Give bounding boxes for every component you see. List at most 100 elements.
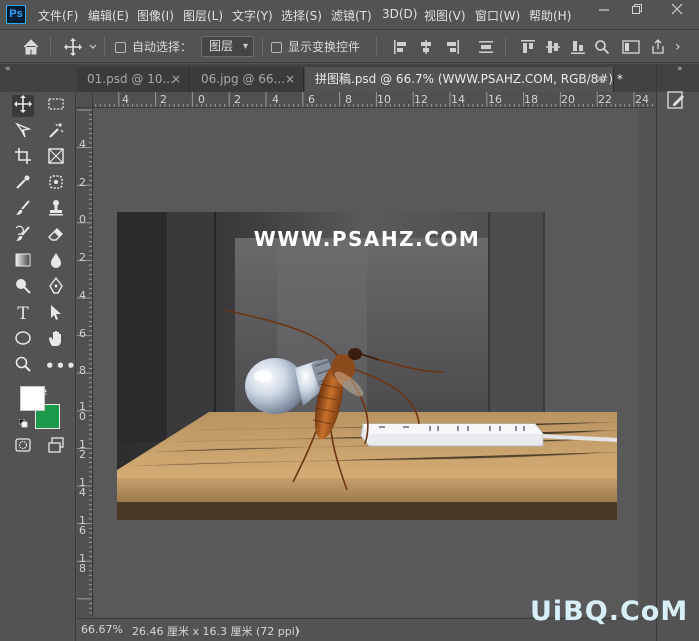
screen-mode-button[interactable] [45,436,67,458]
vertical-ruler: 4 2 0 2 4 6 8 1 0 1 2 1 4 1 6 1 8 [77,108,93,617]
type-tool[interactable]: T [12,303,34,325]
home-button[interactable] [22,31,40,63]
more-tools[interactable]: ••• [45,355,76,377]
align-left-icon[interactable] [393,39,409,55]
history-brush-icon [15,225,30,241]
marquee-tool[interactable] [45,95,67,117]
align-vertical-center-icon[interactable] [545,39,561,55]
photoshop-logo: Ps [6,5,26,24]
distribute-icon[interactable] [478,39,494,55]
search-icon[interactable] [594,39,610,55]
document-tabs: « 01.psd @ 10... × 06.jpg @ 66... × 拼图稿.… [0,64,699,92]
menu-file[interactable]: 文件(F) [38,7,78,24]
move-tool-preset[interactable] [64,31,98,63]
right-panel: » [656,64,699,641]
move-tool[interactable] [12,95,34,117]
zoom-level[interactable]: 66.67% [81,623,123,636]
pen-tool[interactable] [45,276,67,299]
share-icon[interactable] [650,39,666,55]
ruler-label: 22 [598,93,612,106]
ruler-origin[interactable] [77,92,93,108]
menu-layer[interactable]: 图层(L) [183,7,223,24]
document-canvas[interactable]: WWW.PSAHZ.COM [117,212,617,520]
lasso-tool[interactable] [12,121,34,143]
quick-mask-button[interactable] [12,436,34,458]
ellipse-icon [15,331,31,345]
eyedropper-icon [16,175,30,189]
ruler-label: 1 8 [79,552,86,575]
edit-panel-icon [667,91,684,109]
layer-select[interactable]: 图层 ▾ [201,36,254,57]
tab-active-document[interactable]: 拼图稿.psd @ 66.7% (WWW.PSAHZ.COM, RGB/8#) … [305,67,623,92]
menu-edit[interactable]: 编辑(E) [88,7,129,24]
zoom-tool[interactable] [12,355,34,377]
history-brush-tool[interactable] [12,225,34,247]
path-selection-tool[interactable] [45,303,67,325]
canvas-area[interactable]: WWW.PSAHZ.COM [94,108,639,617]
show-transform-checkbox[interactable] [271,42,282,53]
ellipse-tool[interactable] [12,329,34,351]
close-icon [671,3,683,15]
more-options-icon[interactable]: › [675,31,681,63]
ruler-label: 20 [561,93,575,106]
frame-tool[interactable] [45,147,67,169]
close-icon[interactable]: × [171,67,181,91]
auto-select-checkbox[interactable] [115,42,126,53]
arrow-pointer-icon [51,305,61,320]
ruler-label: 0 [79,213,86,226]
ruler-label: 1 2 [79,438,86,461]
crop-tool[interactable] [12,147,34,169]
ruler-label: 16 [488,93,502,106]
align-top-icon[interactable] [520,39,536,55]
ruler-label: 2 [160,93,167,106]
menu-view[interactable]: 视图(V) [424,7,466,24]
dodge-tool[interactable] [12,277,34,299]
zoom-icon [15,356,31,372]
magic-wand-tool[interactable] [45,121,67,143]
eraser-tool[interactable] [45,225,67,247]
menu-help[interactable]: 帮助(H) [529,7,571,24]
menu-3d[interactable]: 3D(D) [382,7,417,21]
options-bar: 自动选择： 图层 ▾ 显示变换控件 › [0,31,699,63]
tab-label: 拼图稿.psd @ 66.7% (WWW.PSAHZ.COM, RGB/8#) … [315,72,623,86]
brush-tool[interactable] [12,199,34,221]
menu-image[interactable]: 图像(I) [137,7,174,24]
workspace-icon[interactable] [622,39,640,55]
expand-panels-icon[interactable]: » [677,64,683,74]
menu-type[interactable]: 文字(Y) [232,7,273,24]
foreground-color-swatch[interactable] [20,386,45,411]
ruler-label: 1 6 [79,514,86,537]
brush-icon [16,200,30,215]
layer-select-value: 图层 [209,39,234,53]
close-icon[interactable]: × [285,67,295,91]
status-menu-arrow[interactable]: 〉 [295,623,306,639]
ruler-label: 4 [79,138,86,151]
eyedropper-tool[interactable] [12,173,34,195]
stamp-tool[interactable] [45,199,67,221]
gradient-tool[interactable] [12,251,34,273]
move-icon [64,38,97,56]
minimize-button[interactable] [587,0,621,26]
tab-01-psd[interactable]: 01.psd @ 10... × [77,67,190,92]
default-colors-icon[interactable] [18,417,28,428]
close-icon[interactable]: × [595,67,605,91]
tab-06-jpg[interactable]: 06.jpg @ 66... × [191,67,304,92]
properties-panel-button[interactable] [666,90,690,114]
ruler-label: 4 [79,289,86,302]
menu-filter[interactable]: 滤镜(T) [331,7,372,24]
align-bottom-icon[interactable] [570,39,586,55]
magic-wand-icon [49,123,64,138]
hand-tool[interactable] [45,329,67,351]
ruler-label: 10 [377,93,391,106]
menu-select[interactable]: 选择(S) [281,7,322,24]
align-right-icon[interactable] [444,39,460,55]
ruler-label: 2 [234,93,241,106]
maximize-button[interactable] [620,0,654,26]
blur-tool[interactable] [45,251,67,273]
align-horizontal-center-icon[interactable] [418,39,434,55]
menu-window[interactable]: 窗口(W) [475,7,520,24]
collapse-icon[interactable]: « [5,64,11,74]
close-window-button[interactable] [660,0,694,26]
stamp-icon [49,200,63,216]
spot-healing-tool[interactable] [45,173,67,195]
